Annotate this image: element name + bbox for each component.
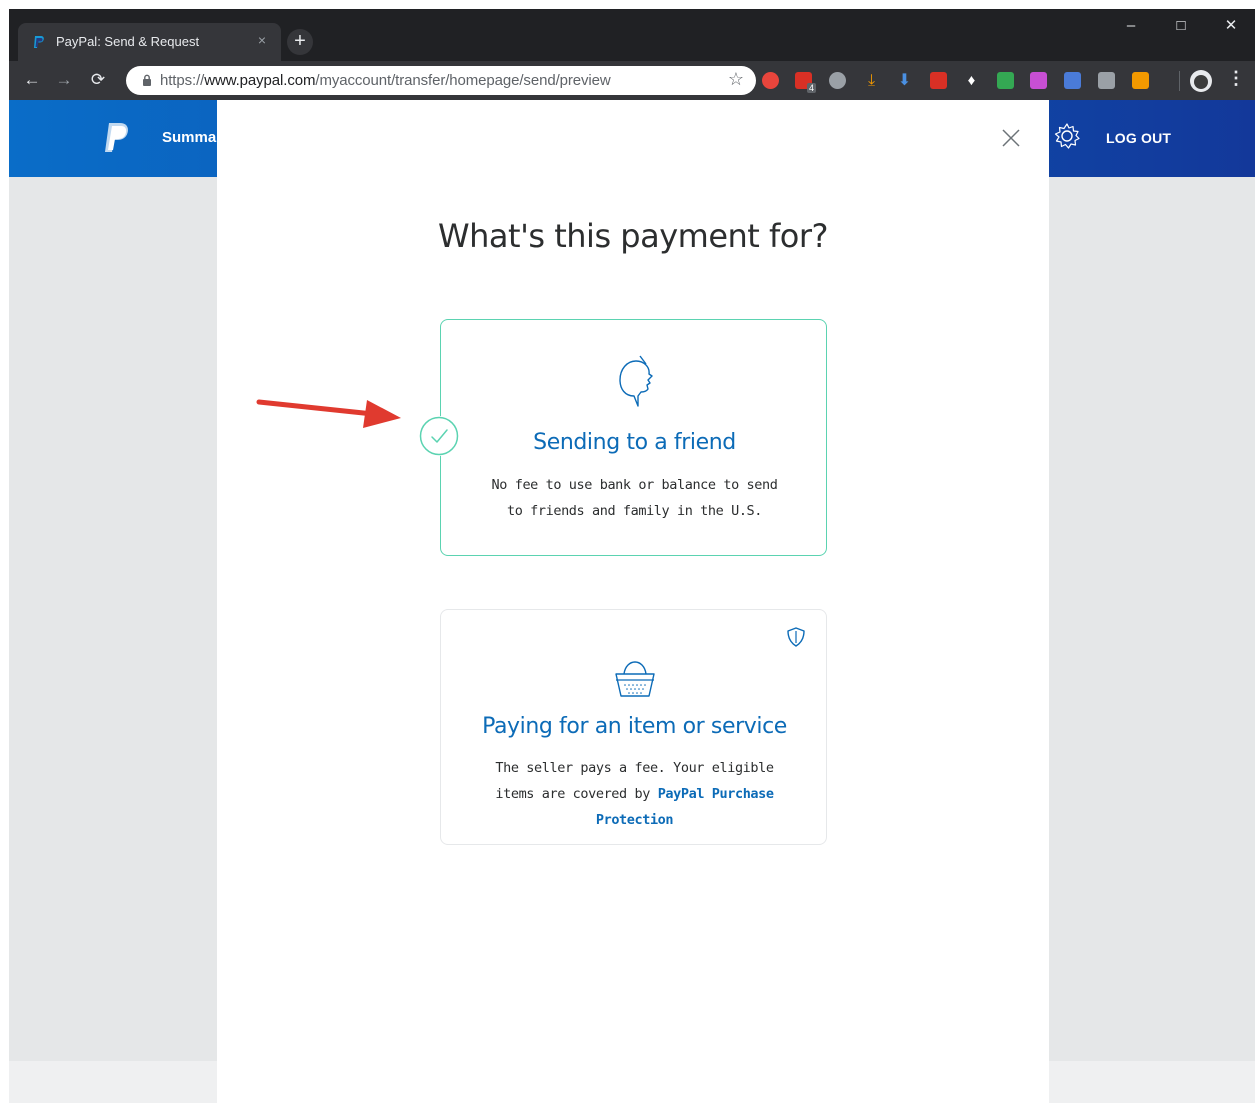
forward-icon[interactable]: → (51, 67, 77, 93)
option-sending-to-friend[interactable]: Sending to a friend No fee to use bank o… (419, 319, 828, 556)
arrow-down-extension-icon[interactable]: ⬇ (896, 72, 913, 89)
tab-strip: PayPal: Send & Request × + – □ ✕ (9, 9, 1255, 61)
window-close-icon[interactable]: ✕ (1207, 9, 1255, 45)
basket-icon (614, 661, 655, 697)
reload-icon[interactable]: ⟳ (85, 67, 111, 93)
toolbar-divider (1179, 71, 1180, 91)
browser-tab[interactable]: PayPal: Send & Request × (18, 23, 281, 61)
browser-menu-icon[interactable]: ⋮ (1227, 68, 1245, 89)
minimize-icon[interactable]: – (1107, 9, 1155, 45)
basket-icon-wrapper (441, 652, 828, 705)
paypal-logo-icon[interactable] (103, 121, 131, 155)
shield-icon (787, 627, 805, 647)
url-host: www.paypal.com (204, 72, 316, 89)
back-icon[interactable]: ← (19, 67, 45, 93)
option-title: Paying for an item or service (482, 714, 787, 739)
mail-extension-icon[interactable] (997, 72, 1014, 89)
friend-head-icon (618, 355, 653, 407)
gear-icon[interactable] (1053, 122, 1081, 150)
extension-badge: 4 (806, 83, 816, 93)
screenshot: PayPal: Send & Request × + – □ ✕ ← → ⟳ h… (0, 0, 1255, 1103)
option-title: Sending to a friend (533, 430, 736, 455)
orange-extension-icon[interactable] (1132, 72, 1149, 89)
nav-summary[interactable]: Summa (162, 129, 216, 146)
download-extension-icon[interactable]: ⤓ (863, 72, 880, 89)
option-description: No fee to use bank or balance to send to… (491, 477, 778, 519)
media-extension-icon[interactable] (930, 72, 947, 89)
address-bar[interactable]: https://www.paypal.com/myaccount/transfe… (126, 66, 756, 95)
annotation-arrow-icon (256, 399, 401, 428)
friend-icon-wrapper (441, 352, 828, 413)
avatar-face (1194, 75, 1208, 89)
url-path: /myaccount/transfer/homepage/send/previe… (315, 72, 611, 89)
maximize-icon[interactable]: □ (1157, 9, 1205, 45)
diamond-extension-icon[interactable]: ♦ (963, 72, 980, 89)
puzzle-extension-icon[interactable] (1030, 72, 1047, 89)
browser-toolbar: ← → ⟳ https://www.paypal.com/myaccount/t… (9, 61, 1255, 100)
modal-title: What's this payment for? (438, 217, 828, 255)
browser-window: PayPal: Send & Request × + – □ ✕ ← → ⟳ h… (9, 9, 1255, 100)
new-tab-button[interactable]: + (287, 29, 313, 55)
paypal-favicon-icon (34, 36, 44, 48)
option-paying-for-item[interactable]: Paying for an item or service The seller… (440, 609, 827, 845)
close-icon[interactable] (1000, 127, 1022, 149)
gray-extension-icon[interactable] (1098, 72, 1115, 89)
tab-title: PayPal: Send & Request (56, 34, 200, 49)
adblock-extension-icon[interactable] (762, 72, 779, 89)
profile-avatar[interactable] (1190, 70, 1212, 92)
option-description: The seller pays a fee. Your eligible ite… (475, 755, 794, 833)
spiral-extension-icon[interactable] (829, 72, 846, 89)
calendar-extension-icon[interactable]: 4 (795, 72, 816, 93)
tab-close-icon[interactable]: × (253, 31, 271, 49)
payment-type-modal: What's this payment for? Sending to a fr… (217, 100, 1049, 1103)
url-text: https://www.paypal.com/myaccount/transfe… (160, 72, 611, 89)
bookmark-star-icon[interactable]: ☆ (728, 69, 744, 90)
logout-link[interactable]: LOG OUT (1106, 130, 1171, 146)
url-scheme: https:// (160, 72, 205, 89)
lock-icon (143, 74, 151, 86)
grid-extension-icon[interactable] (1064, 72, 1081, 89)
